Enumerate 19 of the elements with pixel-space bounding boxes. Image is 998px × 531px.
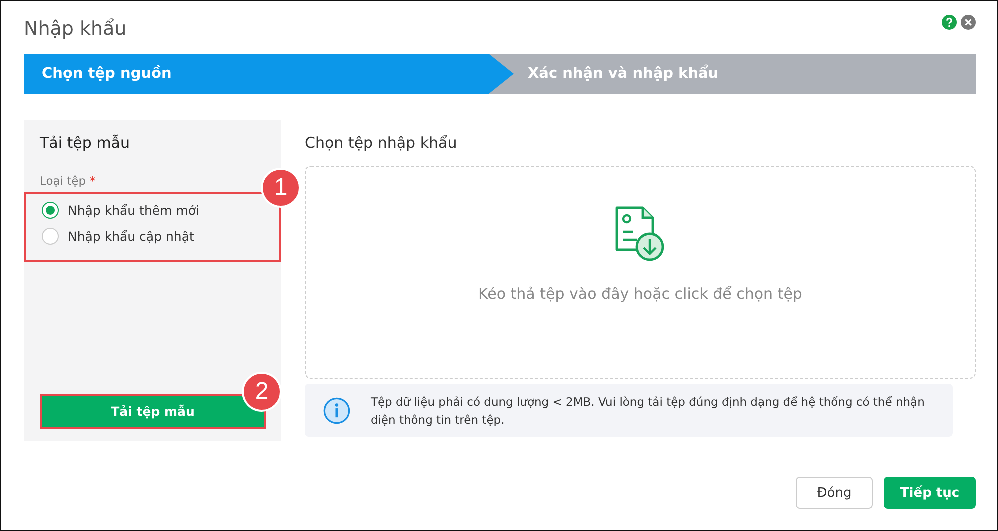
radio-button[interactable]: [42, 202, 59, 219]
dropzone-hint: Kéo thả tệp vào đây hoặc click để chọn tệp: [478, 285, 802, 303]
option-label[interactable]: Nhập khẩu cập nhật: [68, 229, 194, 244]
required-mark: *: [90, 174, 96, 188]
callout-badge: 1: [261, 168, 301, 208]
file-dropzone[interactable]: Kéo thả tệp vào đây hoặc click để chọn tệp: [305, 166, 976, 379]
panel-title: Tải tệp mẫu: [39, 134, 131, 152]
panel-title: Chọn tệp nhập khẩu: [305, 134, 458, 152]
close-button[interactable]: Đóng: [796, 477, 873, 509]
close-icon[interactable]: [961, 15, 976, 30]
callout-badge: 2: [242, 372, 282, 412]
radio-button[interactable]: [42, 228, 59, 245]
window-title: Nhập khẩu: [24, 18, 127, 40]
help-icon[interactable]: [942, 15, 957, 30]
option-label[interactable]: Nhập khẩu thêm mới: [68, 203, 200, 218]
step-tab[interactable]: Chọn tệp nguồn: [24, 54, 514, 94]
info-text: Tệp dữ liệu phải có dung lượng < 2MB. Vui lòng tải tệp đúng định dạng để hệ thống có thể nhận diện thông tin trên tệp.: [370, 394, 926, 428]
continue-button[interactable]: Tiếp tục: [884, 477, 976, 509]
field-label: Loại tệp: [40, 174, 86, 188]
